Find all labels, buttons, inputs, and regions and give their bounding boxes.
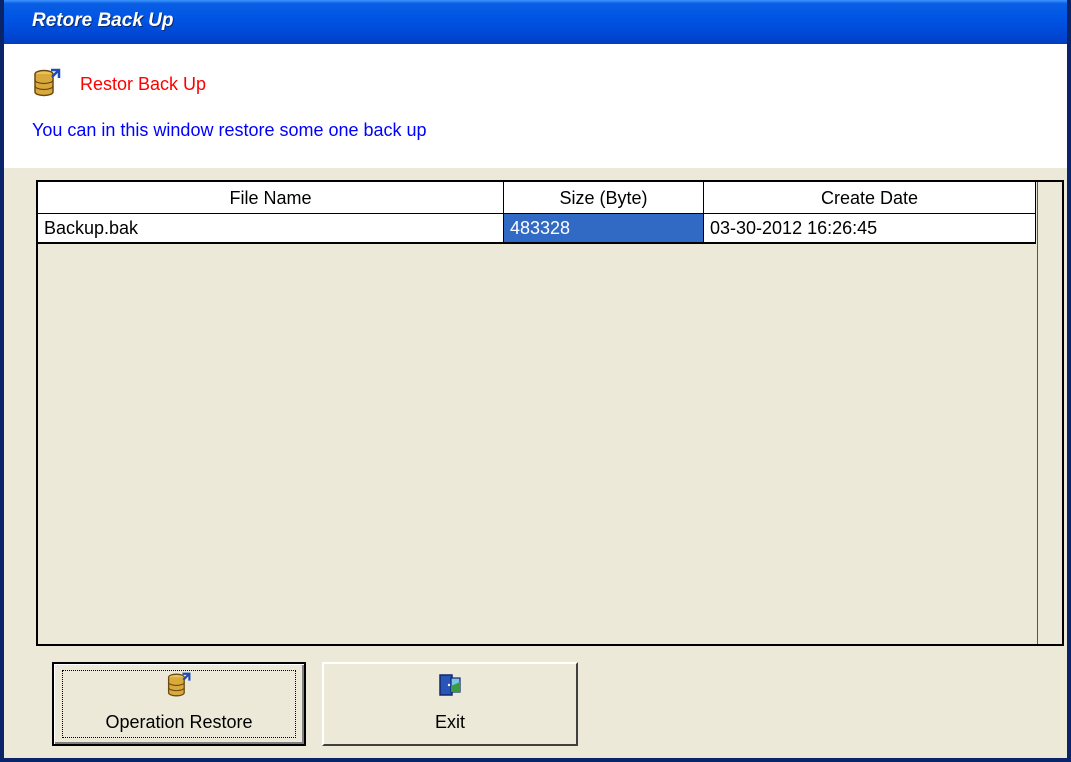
operation-restore-label: Operation Restore bbox=[105, 712, 253, 732]
header-description: You can in this window restore some one … bbox=[32, 120, 427, 140]
exit-label: Exit bbox=[434, 712, 465, 732]
header-title: Restor Back Up bbox=[80, 74, 207, 94]
database-restore-icon bbox=[32, 68, 62, 98]
database-restore-icon bbox=[166, 672, 192, 698]
backup-files-grid[interactable]: File Name Size (Byte) Create Date Backup… bbox=[36, 180, 1064, 646]
window-title: Retore Back Up bbox=[32, 10, 174, 31]
header-panel: Restor Back Up You can in this window re… bbox=[4, 44, 1067, 168]
cell-size[interactable]: 483328 bbox=[504, 214, 704, 244]
column-header-file-name[interactable]: File Name bbox=[38, 182, 504, 214]
restore-backup-window: Retore Back Up Restor Back Up You can in… bbox=[0, 0, 1071, 762]
exit-door-icon bbox=[437, 672, 463, 698]
grid-scroll-area bbox=[1037, 182, 1062, 644]
column-header-create-date[interactable]: Create Date bbox=[704, 182, 1036, 214]
title-bar[interactable]: Retore Back Up bbox=[4, 0, 1067, 44]
operation-restore-button[interactable]: Operation Restore bbox=[52, 662, 306, 746]
cell-file-name[interactable]: Backup.bak bbox=[38, 214, 504, 244]
column-header-size[interactable]: Size (Byte) bbox=[504, 182, 704, 214]
cell-create-date[interactable]: 03-30-2012 16:26:45 bbox=[704, 214, 1036, 244]
exit-button[interactable]: Exit bbox=[322, 662, 578, 746]
